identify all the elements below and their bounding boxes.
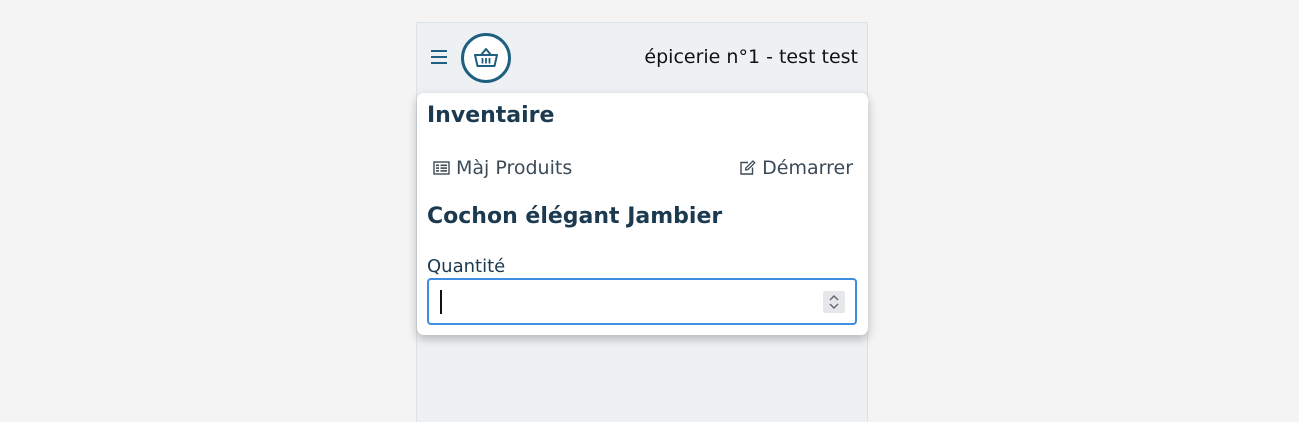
inventory-card: Inventaire Màj Produits Démarrer Cochon … <box>417 93 868 335</box>
top-header: épicerie n°1 - test test <box>417 23 867 91</box>
hamburger-icon-bar <box>431 56 447 58</box>
store-name: épicerie n°1 - test test <box>644 46 858 68</box>
logo-basket-icon[interactable] <box>461 33 511 83</box>
hamburger-icon-bar <box>431 62 447 64</box>
start-label: Démarrer <box>762 157 853 179</box>
product-name: Cochon élégant Jambier <box>427 204 723 229</box>
text-cursor <box>440 290 442 314</box>
edit-icon <box>740 160 756 175</box>
page-title: Inventaire <box>427 103 555 128</box>
chevron-up-down-icon <box>829 295 839 309</box>
hamburger-icon-bar <box>431 50 447 52</box>
quantity-stepper[interactable] <box>823 291 845 313</box>
list-icon <box>433 161 450 175</box>
quantity-field[interactable] <box>427 278 857 325</box>
update-products-label: Màj Produits <box>456 157 573 179</box>
start-button[interactable]: Démarrer <box>739 157 853 179</box>
menu-button[interactable] <box>429 47 449 67</box>
quantity-label: Quantité <box>427 256 506 277</box>
update-products-button[interactable]: Màj Produits <box>433 157 572 179</box>
basket-icon <box>474 48 498 67</box>
quantity-input[interactable] <box>439 289 813 317</box>
